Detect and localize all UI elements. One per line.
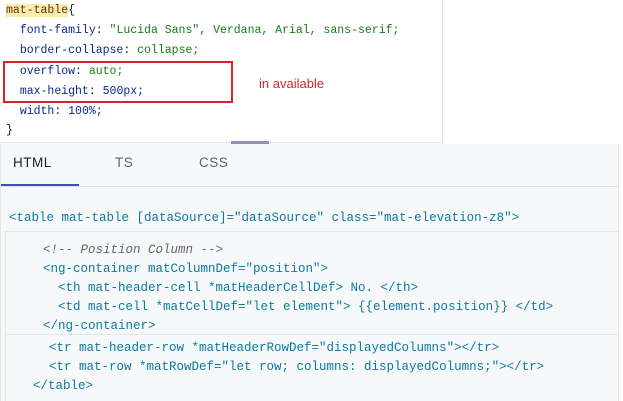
code-td: <td mat-cell *matCellDef="let element"> … [58,300,554,314]
css-prop: border-collapse [19,44,124,57]
css-value: "Lucida Sans", Verdana, Arial, sans-seri… [109,24,400,37]
css-snippet-panel: mat-table{ font-family: "Lucida Sans", V… [0,0,443,143]
block-divider [5,231,618,232]
code-ng-container-close: </ng-container> [43,319,156,333]
css-close-brace: } [6,124,13,137]
css-value: collapse; [137,44,200,57]
code-th: <th mat-header-cell *matHeaderCellDef> N… [58,281,419,295]
css-selector-line: mat-table{ [6,2,75,19]
code-ng-container-open: <ng-container matColumnDef="position"> [43,262,329,276]
code-table-close: </table> [33,379,94,393]
css-line-width: width: 100%; [19,105,103,118]
css-prop: font-family [19,24,96,37]
code-example-panel: HTML TS CSS <table mat-table [dataSource… [0,144,619,401]
css-value: 100%; [68,105,103,118]
css-line-border-collapse: border-collapse: collapse; [19,44,200,57]
annotation-text: in available [259,76,325,91]
tab-bar: HTML TS CSS [1,144,618,187]
code-comment: <!-- Position Column --> [43,243,224,257]
code-tr-row: <tr mat-row *matRowDef="let row; columns… [49,360,545,374]
tab-ts[interactable]: TS [115,155,133,170]
tab-html[interactable]: HTML [13,155,52,170]
css-prop: width [19,105,55,118]
code-table-open: <table mat-table [dataSource]="dataSourc… [9,211,520,225]
css-open-brace: { [68,4,76,17]
red-highlight-box [3,61,233,103]
block-divider [5,334,618,335]
css-line-font-family: font-family: "Lucida Sans", Verdana, Ari… [19,24,400,37]
code-area: <table mat-table [dataSource]="dataSourc… [1,186,618,401]
code-tr-header: <tr mat-header-row *matHeaderRowDef="dis… [49,341,500,355]
tab-css[interactable]: CSS [199,155,228,170]
css-selector: mat-table [6,4,69,17]
block-border [5,231,6,401]
